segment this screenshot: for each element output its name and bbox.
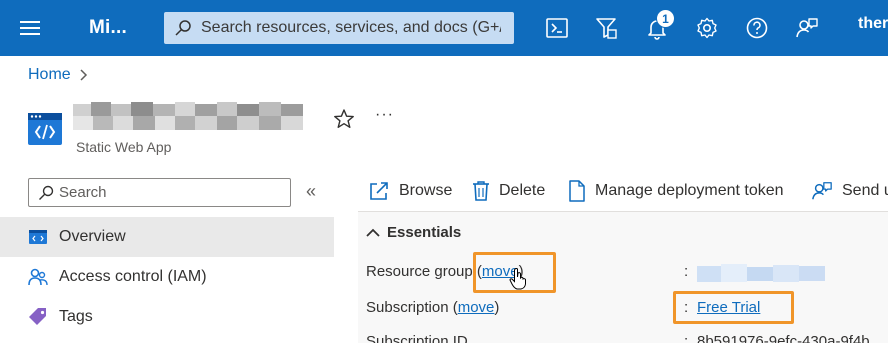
resource-group-row: Resource group (move) — [366, 263, 524, 280]
account-name[interactable]: ther — [858, 15, 888, 33]
browse-label: Browse — [399, 182, 453, 199]
menu-icon[interactable] — [20, 20, 42, 36]
global-search-box[interactable] — [164, 12, 514, 44]
chevron-up-icon — [366, 228, 380, 237]
help-icon[interactable] — [745, 16, 769, 40]
static-web-app-icon — [28, 113, 62, 145]
open-external-icon — [370, 182, 388, 200]
send-feedback-button[interactable]: Send u — [811, 180, 888, 202]
resource-group-label: Resource group — [366, 263, 473, 280]
subscription-id-value[interactable]: 8b591976-9efc-430a-9f4b — [697, 333, 870, 343]
sidebar-item-label: Overview — [59, 228, 126, 245]
menu-search-box[interactable] — [28, 178, 291, 207]
chevron-right-icon — [80, 69, 87, 81]
settings-icon[interactable] — [695, 16, 719, 40]
resource-group-colon: : — [684, 263, 689, 280]
portal-brand[interactable]: Mi... — [89, 17, 127, 39]
essentials-title: Essentials — [387, 224, 462, 241]
resource-name-redacted — [73, 102, 303, 130]
directory-filter-icon[interactable] — [594, 16, 618, 40]
hand-cursor-icon — [509, 268, 526, 290]
breadcrumb: Home — [28, 66, 89, 84]
subscription-value: Free Trial — [697, 299, 760, 316]
browse-button[interactable]: Browse — [368, 180, 452, 202]
resource-group-value-redacted[interactable] — [697, 264, 825, 284]
search-icon — [175, 20, 191, 36]
feedback-icon[interactable] — [795, 16, 819, 40]
subscription-label: Subscription — [366, 299, 449, 316]
menu-search-input[interactable] — [59, 184, 279, 201]
more-options-button[interactable]: ··· — [375, 106, 394, 124]
sidebar-item-tags[interactable]: Tags — [0, 297, 334, 337]
collapse-menu-button[interactable]: « — [306, 181, 316, 202]
subscription-id-label: Subscription ID — [366, 333, 468, 343]
notification-count-badge: 1 — [656, 9, 675, 28]
feedback-icon — [812, 182, 832, 200]
essentials-toggle[interactable]: Essentials — [366, 224, 461, 241]
top-bar: Mi... 1 ther — [0, 0, 888, 56]
global-search-input[interactable] — [201, 19, 501, 37]
subscription-colon: : — [684, 299, 689, 316]
delete-label: Delete — [499, 182, 546, 199]
document-icon — [569, 180, 585, 202]
favorite-star-icon[interactable] — [333, 108, 355, 130]
subscription-row: Subscription (move) — [366, 299, 500, 316]
breadcrumb-home-link[interactable]: Home — [28, 66, 71, 84]
tag-icon — [29, 308, 46, 325]
send-label: Send u — [842, 182, 888, 199]
search-icon — [39, 185, 54, 200]
overview-icon — [29, 230, 47, 244]
resource-type-label: Static Web App — [76, 139, 172, 155]
sidebar-item-overview[interactable]: Overview — [0, 217, 334, 257]
subscription-move-link[interactable]: move — [458, 299, 495, 316]
manage-token-label: Manage deployment token — [595, 182, 784, 199]
sidebar-item-label: Tags — [59, 308, 93, 325]
delete-button[interactable]: Delete — [472, 180, 545, 202]
subscription-id-colon: : — [684, 333, 689, 343]
trash-icon — [473, 181, 489, 201]
cloud-shell-icon[interactable] — [545, 16, 569, 40]
sidebar-item-label: Access control (IAM) — [59, 268, 207, 285]
subscription-link[interactable]: Free Trial — [697, 299, 760, 316]
iam-icon — [28, 268, 48, 286]
manage-deployment-token-button[interactable]: Manage deployment token — [568, 180, 784, 202]
sidebar-item-access-control[interactable]: Access control (IAM) — [0, 257, 334, 297]
